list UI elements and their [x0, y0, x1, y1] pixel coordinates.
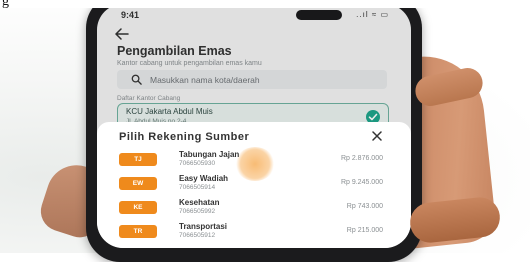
account-number: 7066505914 — [179, 184, 216, 191]
account-row-kesehatan[interactable]: KE Kesehatan 7066505992 Rp 743.000 — [97, 196, 411, 220]
account-balance: Rp 2.876.000 — [340, 155, 383, 162]
account-badge: EW — [119, 177, 157, 190]
account-row-easy-wadiah[interactable]: EW Easy Wadiah 7066505914 Rp 9.245.000 — [97, 172, 411, 196]
account-balance: Rp 215.000 — [346, 227, 383, 234]
account-badge: KE — [119, 201, 157, 214]
account-balance: Rp 9.245.000 — [340, 179, 383, 186]
account-number: 7066505912 — [179, 232, 216, 239]
phone-screen: 9:41 ..ıl ≈ ▭ Pengambilan Emas Kantor ca… — [97, 4, 411, 248]
account-name: Tabungan Jajan — [179, 150, 240, 159]
account-name: Easy Wadiah — [179, 174, 229, 183]
account-number: 7066505992 — [179, 208, 216, 215]
account-badge: TJ — [119, 153, 157, 166]
close-icon[interactable] — [371, 130, 383, 142]
caption-letter: g — [2, 0, 9, 9]
account-row-transportasi[interactable]: TR Transportasi 7066505912 Rp 215.000 — [97, 220, 411, 244]
account-row-tabungan-jajan[interactable]: TJ Tabungan Jajan 7066505930 Rp 2.876.00… — [97, 148, 411, 172]
account-badge: TR — [119, 225, 157, 238]
account-bottom-sheet: Pilih Rekening Sumber TJ Tabungan Jajan … — [97, 122, 411, 248]
account-number: 7066505930 — [179, 160, 216, 167]
account-balance: Rp 743.000 — [346, 203, 383, 210]
account-name: Kesehatan — [179, 198, 220, 207]
top-margin — [0, 0, 530, 8]
account-name: Transportasi — [179, 222, 228, 231]
sheet-title: Pilih Rekening Sumber — [119, 131, 250, 143]
